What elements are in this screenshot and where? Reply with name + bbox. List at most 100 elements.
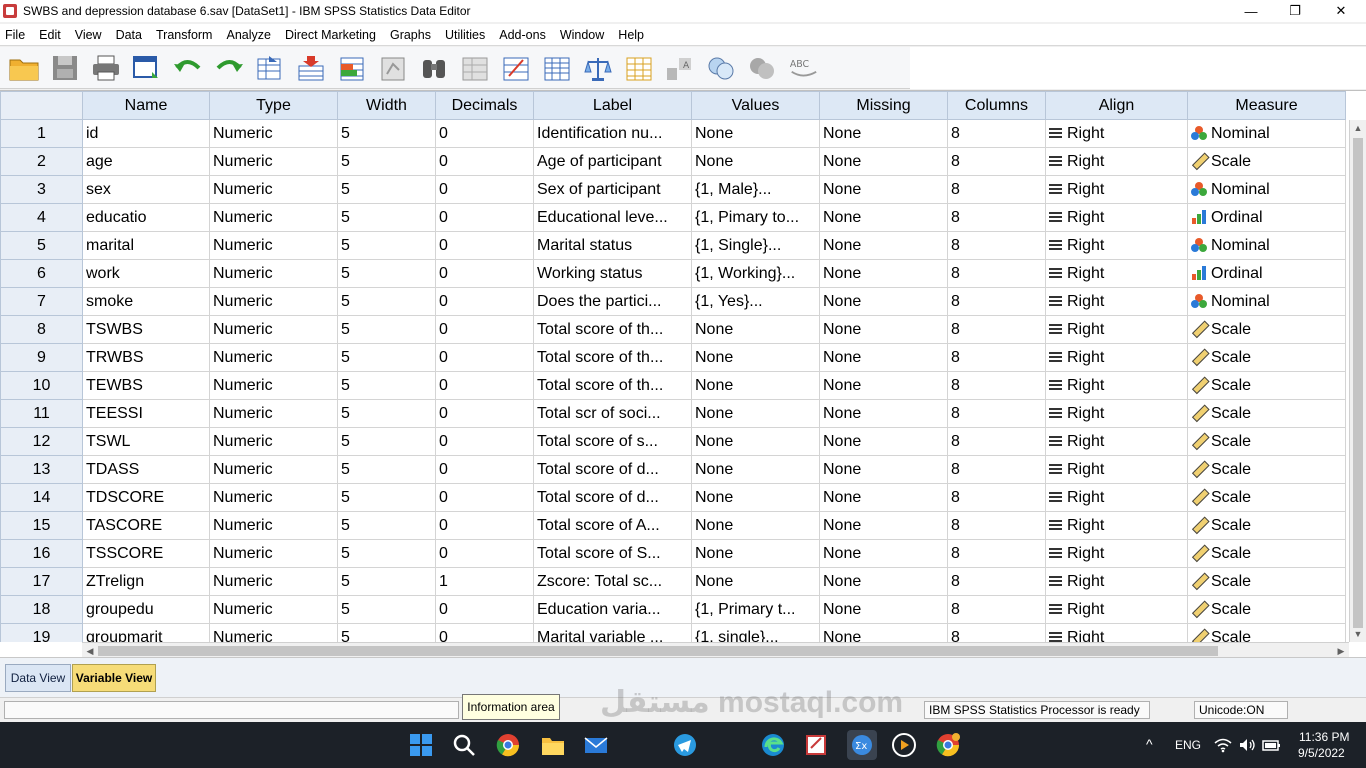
cell-columns[interactable]: 8	[947, 623, 1046, 642]
cell-columns[interactable]: 8	[947, 259, 1046, 288]
cell-label[interactable]: Identification nu...	[533, 119, 692, 148]
cell-columns[interactable]: 8	[947, 203, 1046, 232]
cell-type[interactable]: Numeric	[209, 315, 338, 344]
cell-type[interactable]: Numeric	[209, 623, 338, 642]
cell-values[interactable]: {1, Working}...	[691, 259, 820, 288]
cell-width[interactable]: 5	[337, 539, 436, 568]
cell-align[interactable]: Right	[1045, 595, 1188, 624]
cell-name[interactable]: marital	[82, 231, 210, 260]
cell-values[interactable]: None	[691, 567, 820, 596]
cell-decimals[interactable]: 0	[435, 539, 534, 568]
search-icon[interactable]	[451, 732, 477, 758]
cell-measure[interactable]: Scale	[1187, 315, 1346, 344]
scroll-up-icon[interactable]: ▲	[1350, 120, 1366, 136]
cell-align[interactable]: Right	[1045, 119, 1188, 148]
spell-check-circles-icon[interactable]	[746, 52, 778, 84]
row-number[interactable]: 6	[0, 259, 83, 288]
cell-width[interactable]: 5	[337, 315, 436, 344]
cell-missing[interactable]: None	[819, 147, 948, 176]
cell-values[interactable]: None	[691, 147, 820, 176]
run-descriptives-icon[interactable]	[377, 52, 409, 84]
cell-align[interactable]: Right	[1045, 147, 1188, 176]
cell-missing[interactable]: None	[819, 259, 948, 288]
cell-columns[interactable]: 8	[947, 119, 1046, 148]
column-header-align[interactable]: Align	[1045, 91, 1188, 120]
cell-align[interactable]: Right	[1045, 259, 1188, 288]
cell-measure[interactable]: Scale	[1187, 455, 1346, 484]
mail-icon[interactable]	[583, 732, 609, 758]
cell-decimals[interactable]: 0	[435, 623, 534, 642]
cell-label[interactable]: Education varia...	[533, 595, 692, 624]
telegram-icon[interactable]	[672, 732, 698, 758]
column-header-type[interactable]: Type	[209, 91, 338, 120]
weight-cases-icon[interactable]	[582, 52, 614, 84]
cell-align[interactable]: Right	[1045, 567, 1188, 596]
cell-type[interactable]: Numeric	[209, 119, 338, 148]
cell-values[interactable]: {1, single}...	[691, 623, 820, 642]
cell-measure[interactable]: Scale	[1187, 567, 1346, 596]
cell-decimals[interactable]: 0	[435, 287, 534, 316]
cell-type[interactable]: Numeric	[209, 511, 338, 540]
cell-width[interactable]: 5	[337, 343, 436, 372]
row-number[interactable]: 10	[0, 371, 83, 400]
cell-decimals[interactable]: 0	[435, 371, 534, 400]
cell-values[interactable]: None	[691, 483, 820, 512]
cell-width[interactable]: 5	[337, 567, 436, 596]
column-header-label[interactable]: Label	[533, 91, 692, 120]
cell-name[interactable]: TSSCORE	[82, 539, 210, 568]
close-button[interactable]: ✕	[1318, 0, 1364, 22]
cell-values[interactable]: None	[691, 399, 820, 428]
row-number[interactable]: 17	[0, 567, 83, 596]
cell-align[interactable]: Right	[1045, 343, 1188, 372]
menu-add-ons[interactable]: Add-ons	[494, 28, 555, 42]
volume-icon[interactable]	[1238, 736, 1256, 754]
cell-values[interactable]: {1, Primary t...	[691, 595, 820, 624]
cell-label[interactable]: Total score of d...	[533, 483, 692, 512]
cell-width[interactable]: 5	[337, 427, 436, 456]
menu-utilities[interactable]: Utilities	[440, 28, 494, 42]
cell-width[interactable]: 5	[337, 231, 436, 260]
cell-measure[interactable]: Nominal	[1187, 119, 1346, 148]
menu-transform[interactable]: Transform	[151, 28, 222, 42]
windows-start-icon[interactable]	[408, 732, 434, 758]
cell-align[interactable]: Right	[1045, 623, 1188, 642]
cell-measure[interactable]: Scale	[1187, 623, 1346, 642]
cell-values[interactable]: {1, Single}...	[691, 231, 820, 260]
row-number[interactable]: 1	[0, 119, 83, 148]
cell-missing[interactable]: None	[819, 231, 948, 260]
cell-width[interactable]: 5	[337, 147, 436, 176]
cell-type[interactable]: Numeric	[209, 203, 338, 232]
cell-decimals[interactable]: 0	[435, 595, 534, 624]
cell-name[interactable]: TDSCORE	[82, 483, 210, 512]
cell-label[interactable]: Total score of A...	[533, 511, 692, 540]
row-number[interactable]: 14	[0, 483, 83, 512]
row-number[interactable]: 18	[0, 595, 83, 624]
cell-label[interactable]: Working status	[533, 259, 692, 288]
menu-help[interactable]: Help	[613, 28, 653, 42]
cell-label[interactable]: Zscore: Total sc...	[533, 567, 692, 596]
column-header-name[interactable]: Name	[82, 91, 210, 120]
cell-width[interactable]: 5	[337, 119, 436, 148]
cell-label[interactable]: Total score of d...	[533, 455, 692, 484]
cell-align[interactable]: Right	[1045, 427, 1188, 456]
cell-missing[interactable]: None	[819, 119, 948, 148]
cell-align[interactable]: Right	[1045, 203, 1188, 232]
column-header-decimals[interactable]: Decimals	[435, 91, 534, 120]
cell-name[interactable]: TEWBS	[82, 371, 210, 400]
cell-columns[interactable]: 8	[947, 539, 1046, 568]
cell-measure[interactable]: Nominal	[1187, 175, 1346, 204]
vertical-scrollbar[interactable]: ▲ ▼	[1349, 120, 1366, 642]
clock-time[interactable]: 11:36 PM	[1299, 730, 1349, 744]
column-header-missing[interactable]: Missing	[819, 91, 948, 120]
cell-label[interactable]: Total scr of soci...	[533, 399, 692, 428]
cell-type[interactable]: Numeric	[209, 175, 338, 204]
snipping-tool-icon[interactable]	[803, 732, 829, 758]
undo-icon[interactable]	[172, 52, 204, 84]
row-number[interactable]: 8	[0, 315, 83, 344]
chrome-secondary-icon[interactable]	[935, 732, 961, 758]
print-icon[interactable]	[90, 52, 122, 84]
cell-name[interactable]: TRWBS	[82, 343, 210, 372]
menu-direct-marketing[interactable]: Direct Marketing	[280, 28, 385, 42]
cell-measure[interactable]: Scale	[1187, 427, 1346, 456]
cell-columns[interactable]: 8	[947, 343, 1046, 372]
